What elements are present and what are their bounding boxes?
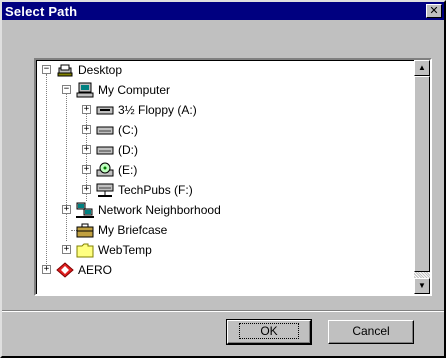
briefcase-icon (76, 223, 94, 238)
tree-item-desktop[interactable]: − Desktop (36, 60, 413, 80)
scroll-down-button[interactable]: ▼ (414, 278, 430, 294)
tree-item-label: Network Neighborhood (98, 203, 221, 217)
tree-item-label: AERO (78, 263, 113, 277)
scroll-up-button[interactable]: ▲ (414, 60, 430, 76)
desktop-icon (57, 64, 73, 77)
tree-item-label: (D:) (118, 143, 138, 157)
tree-item-techpubs-f[interactable]: + TechPubs (F:) (36, 180, 413, 200)
expand-icon[interactable]: + (82, 185, 91, 194)
cancel-button[interactable]: Cancel (328, 320, 414, 344)
tree-item-drive-d[interactable]: + (D:) (36, 140, 413, 160)
collapse-icon[interactable]: − (42, 65, 51, 74)
tree-item-label: (E:) (118, 163, 138, 177)
select-path-dialog: Select Path ✕ − Desktop − My Computer + … (0, 0, 446, 358)
tree-item-drive-c[interactable]: + (C:) (36, 120, 413, 140)
tree-item-aero[interactable]: + AERO (36, 260, 413, 280)
cdrom-drive-icon (96, 162, 114, 177)
expand-icon[interactable]: + (82, 165, 91, 174)
tree-item-label: Desktop (78, 63, 123, 77)
folder-icon (76, 243, 94, 258)
network-drive-icon (96, 183, 114, 197)
tree-item-label: (C:) (118, 123, 138, 137)
expand-icon[interactable]: + (62, 205, 71, 214)
tree-item-label: My Briefcase (98, 223, 168, 237)
tree-item-network-neighborhood[interactable]: + Network Neighborhood (36, 200, 413, 220)
expand-icon[interactable]: + (82, 125, 91, 134)
hard-drive-icon (96, 126, 114, 135)
tree-content: − Desktop − My Computer + 3½ Floppy (A:)… (36, 60, 413, 294)
collapse-icon[interactable]: − (62, 85, 71, 94)
tree-item-label: WebTemp (98, 243, 152, 257)
aero-icon (56, 262, 74, 278)
vertical-scrollbar[interactable]: ▲ ▼ (414, 60, 430, 294)
tree-item-my-computer[interactable]: − My Computer (36, 80, 413, 100)
ok-button[interactable]: OK (226, 319, 312, 345)
tree-item-drive-e[interactable]: + (E:) (36, 160, 413, 180)
dialog-title: Select Path (5, 4, 78, 19)
tree-item-label: My Computer (98, 83, 171, 97)
tree-item-webtemp[interactable]: + WebTemp (36, 240, 413, 260)
tree-item-label: TechPubs (F:) (118, 183, 193, 197)
folder-tree-view[interactable]: − Desktop − My Computer + 3½ Floppy (A:)… (34, 58, 432, 296)
tree-item-floppy-a[interactable]: + 3½ Floppy (A:) (36, 100, 413, 120)
scroll-thumb[interactable] (414, 76, 430, 272)
network-neighborhood-icon (76, 202, 94, 218)
floppy-drive-icon (96, 106, 114, 115)
hard-drive-icon (96, 146, 114, 155)
ok-button-label: OK (239, 323, 299, 339)
expand-icon[interactable]: + (62, 245, 71, 254)
expand-icon[interactable]: + (42, 265, 51, 274)
expand-icon[interactable]: + (82, 105, 91, 114)
expand-icon[interactable]: + (82, 145, 91, 154)
computer-icon (76, 82, 94, 98)
tree-item-label: 3½ Floppy (A:) (118, 103, 197, 117)
title-bar[interactable]: Select Path ✕ (2, 2, 444, 20)
close-button[interactable]: ✕ (426, 4, 442, 18)
button-divider (2, 310, 444, 312)
tree-item-my-briefcase[interactable]: My Briefcase (36, 220, 413, 240)
